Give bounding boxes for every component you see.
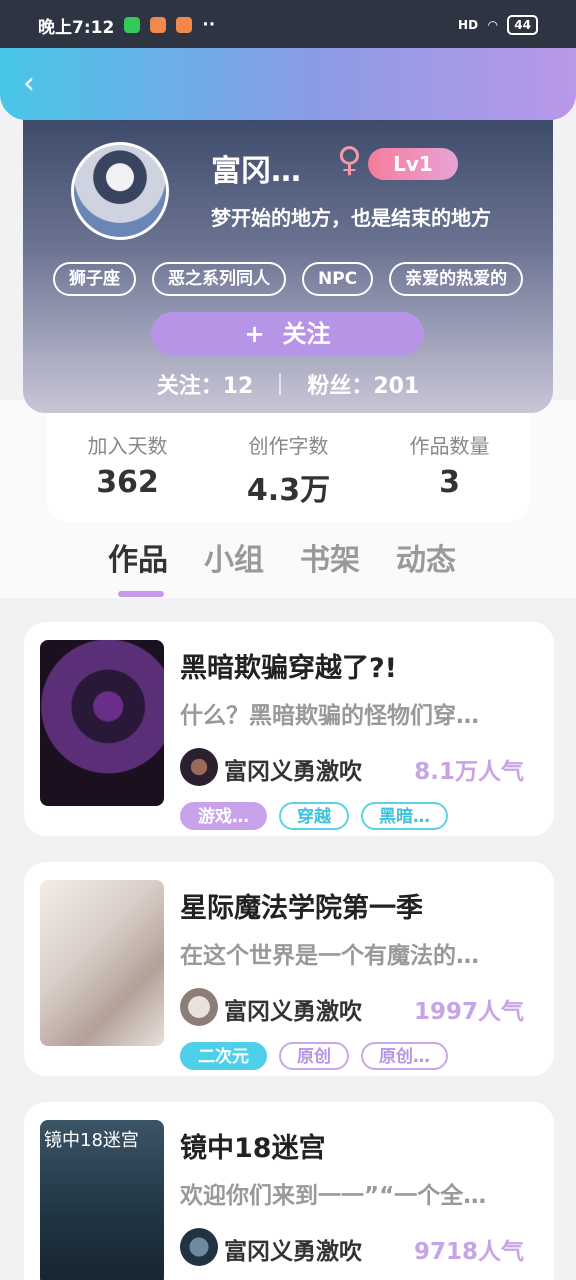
back-button[interactable]: ‹	[14, 69, 44, 100]
work-card[interactable]: 镜中18迷宫 镜中18迷宫 欢迎你们来到一一”“一个全… 富冈义勇激吹 9718…	[24, 1102, 554, 1280]
stats-panel: 加入天数 362 创作字数 4.3万 作品数量 3	[47, 400, 530, 522]
popularity: 1997人气	[413, 999, 524, 1025]
works-list: 黑暗欺骗穿越了?! 什么？黑暗欺骗的怪物们穿… 富冈义勇激吹 8.1万人气 游戏…	[24, 622, 554, 1280]
profile-tag[interactable]: 恶之系列同人	[152, 262, 286, 296]
work-desc: 什么？黑暗欺骗的怪物们穿…	[180, 703, 479, 729]
profile-tag[interactable]: NPC	[302, 262, 374, 296]
work-tag[interactable]: 二次元	[180, 1042, 267, 1070]
nav-bar: ‹	[0, 48, 576, 120]
app-notification-icon	[150, 17, 167, 33]
follow-button[interactable]: + 关注	[151, 312, 424, 356]
divider	[279, 373, 282, 395]
work-desc: 在这个世界是一个有魔法的…	[180, 943, 479, 969]
wechat-icon	[124, 17, 141, 33]
tab-works[interactable]: 作品	[108, 535, 168, 597]
signature: 梦开始的地方，也是结束的地方	[211, 206, 491, 230]
stat-value: 362	[96, 465, 159, 500]
work-cover	[40, 640, 164, 806]
work-desc: 欢迎你们来到一一”“一个全…	[180, 1183, 487, 1209]
work-tag[interactable]: 黑暗…	[361, 802, 448, 830]
profile-card: 富冈… ♀ Lv1 梦开始的地方，也是结束的地方 狮子座 恶之系列同人 NPC …	[23, 110, 553, 413]
username: 富冈…	[211, 154, 301, 189]
work-tags: 二次元 原创 原创…	[180, 1042, 448, 1070]
plus-icon: +	[244, 320, 265, 348]
avatar[interactable]	[71, 142, 169, 240]
tab-bookshelf[interactable]: 书架	[300, 535, 360, 579]
author-name[interactable]: 富冈义勇激吹	[224, 992, 362, 1026]
stat-label: 作品数量	[409, 434, 490, 458]
profile-tag[interactable]: 狮子座	[53, 262, 136, 296]
work-tag[interactable]: 穿越	[279, 802, 349, 830]
stat-label: 加入天数	[87, 434, 168, 458]
followers-count[interactable]: 粉丝：201	[307, 368, 419, 400]
stat-value: 3	[439, 465, 460, 500]
female-icon: ♀	[337, 140, 362, 180]
work-card[interactable]: 黑暗欺骗穿越了?! 什么？黑暗欺骗的怪物们穿… 富冈义勇激吹 8.1万人气 游戏…	[24, 622, 554, 836]
follow-counts: 关注：12 粉丝：201	[23, 368, 553, 400]
author-avatar[interactable]	[180, 988, 218, 1026]
tab-activity[interactable]: 动态	[396, 535, 456, 579]
chevron-left-icon: ‹	[23, 66, 35, 101]
profile-tag[interactable]: 亲爱的热爱的	[389, 262, 524, 296]
status-time: 晚上7:12	[38, 17, 115, 38]
status-bar: 晚上7:12 ·· HD ◠ 44	[0, 0, 576, 50]
signal-icon: HD	[458, 18, 479, 32]
app-notification-icon-2	[176, 17, 193, 33]
tab-bar: 作品 小组 书架 动态	[108, 535, 456, 597]
work-cover: 镜中18迷宫	[40, 1120, 164, 1280]
follow-label: 关注	[282, 320, 331, 348]
work-tag[interactable]: 游戏…	[180, 802, 267, 830]
stat-label: 创作字数	[248, 434, 329, 458]
author-avatar[interactable]	[180, 1228, 218, 1266]
battery-icon: 44	[507, 15, 538, 35]
work-cover	[40, 880, 164, 1046]
stat-word-count: 创作字数 4.3万	[219, 430, 359, 522]
author-name[interactable]: 富冈义勇激吹	[224, 1232, 362, 1266]
popularity: 9718人气	[413, 1239, 524, 1265]
author-avatar[interactable]	[180, 748, 218, 786]
work-tag[interactable]: 原创	[279, 1042, 349, 1070]
following-count[interactable]: 关注：12	[157, 368, 254, 400]
work-title: 星际魔法学院第一季	[180, 893, 423, 924]
stat-join-days: 加入天数 362	[58, 430, 198, 522]
work-tags: 游戏… 穿越 黑暗…	[180, 802, 448, 830]
popularity: 8.1万人气	[414, 759, 524, 785]
work-tag[interactable]: 原创…	[361, 1042, 448, 1070]
work-title: 镜中18迷宫	[180, 1133, 326, 1164]
tab-groups[interactable]: 小组	[204, 535, 264, 579]
work-card[interactable]: 星际魔法学院第一季 在这个世界是一个有魔法的… 富冈义勇激吹 1997人气 二次…	[24, 862, 554, 1076]
work-title: 黑暗欺骗穿越了?!	[180, 653, 397, 684]
profile-tags: 狮子座 恶之系列同人 NPC 亲爱的热爱的	[53, 262, 524, 296]
stat-works-count: 作品数量 3	[380, 430, 520, 522]
stat-value: 4.3万	[246, 473, 331, 508]
cover-title: 镜中18迷宫	[44, 1130, 139, 1151]
wifi-icon: ◠	[488, 18, 498, 32]
level-badge: Lv1	[368, 148, 458, 180]
author-name[interactable]: 富冈义勇激吹	[224, 752, 362, 786]
more-notifications-icon: ··	[202, 15, 216, 35]
